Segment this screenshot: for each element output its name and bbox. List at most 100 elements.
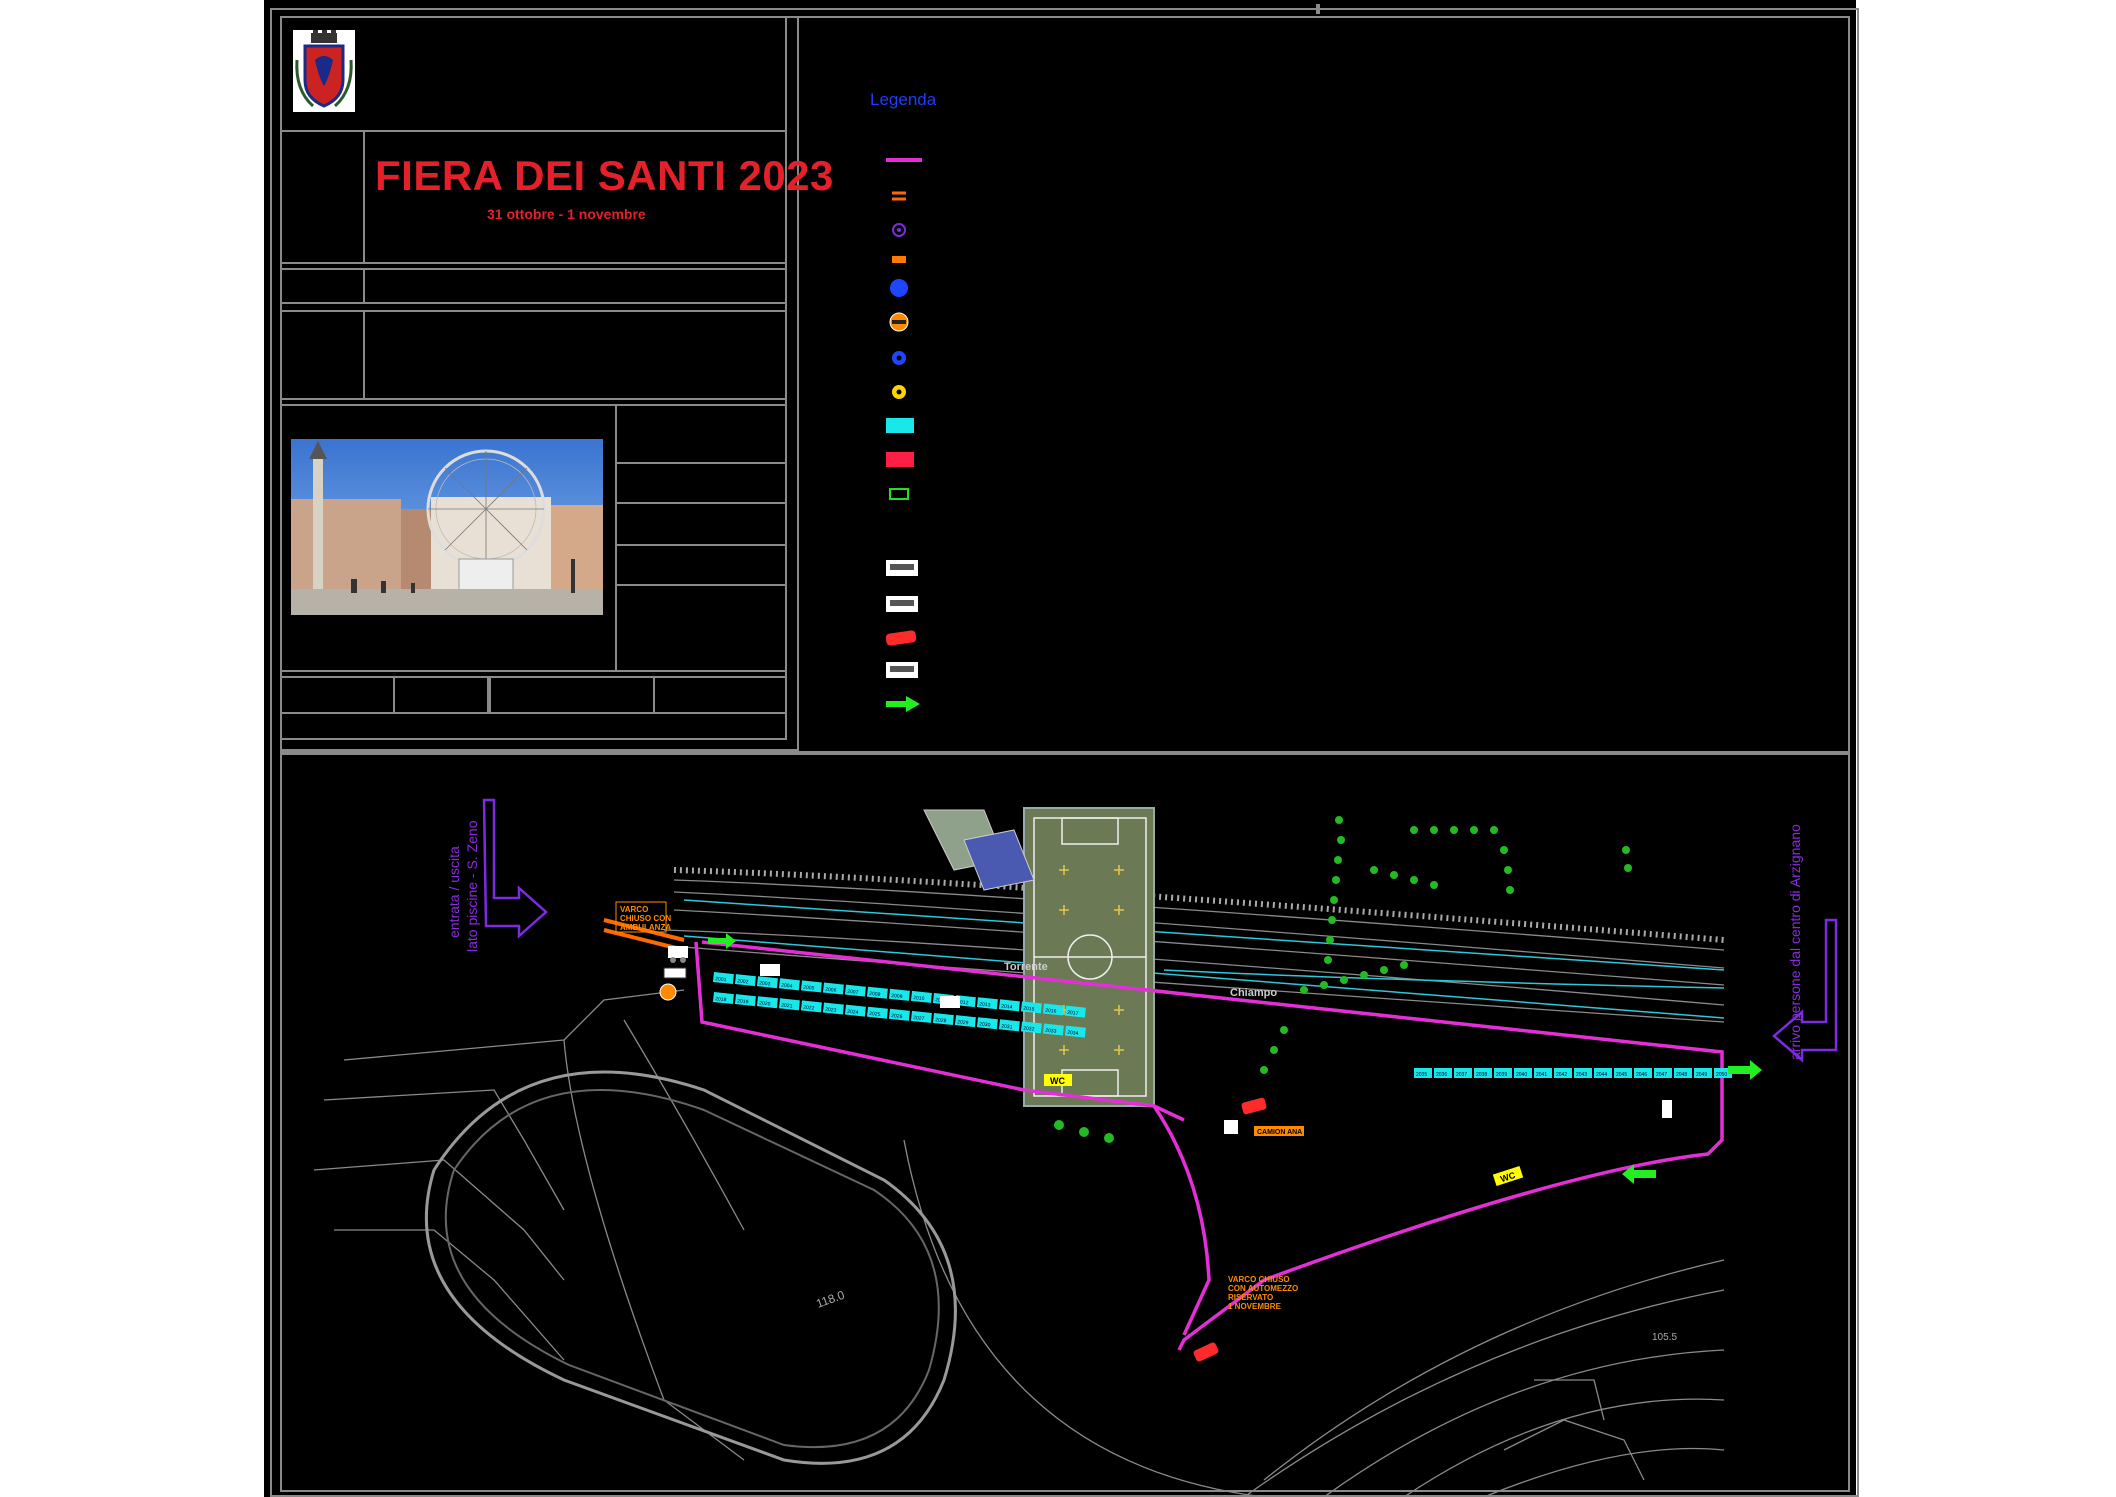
stall-2036: 2036 — [1434, 1068, 1452, 1078]
stall-label: 2031 — [1001, 1023, 1013, 1030]
stall-label: 2025 — [869, 1011, 881, 1018]
stall-2005: 2005 — [800, 980, 822, 993]
legend-symbol-punto-giallo — [892, 385, 906, 399]
stall-label: 2047 — [1656, 1072, 1667, 1078]
stall-2008: 2008 — [866, 986, 888, 999]
stall-2018: 2018 — [712, 992, 734, 1005]
stall-label: 2034 — [1067, 1030, 1079, 1037]
stall-label: 2028 — [935, 1017, 947, 1024]
legend-symbol-transenne — [892, 191, 906, 201]
side-cell-4 — [615, 544, 787, 586]
stall-2048: 2048 — [1674, 1068, 1692, 1078]
stall-2003: 2003 — [756, 976, 778, 989]
stall-2001: 2001 — [712, 971, 734, 985]
stall-label: 2016 — [1045, 1008, 1057, 1015]
bus-icon — [663, 967, 687, 979]
legend-symbol-freccia-verde — [886, 696, 920, 712]
stall-label: 2033 — [1045, 1028, 1057, 1035]
stall-2021: 2021 — [778, 998, 800, 1011]
svg-text:VARCO: VARCO — [620, 905, 648, 914]
road-label-chiampo: Chiampo — [1230, 987, 1277, 999]
legend-symbol-segnale-arancio — [892, 256, 906, 263]
stall-label: 2046 — [1636, 1072, 1647, 1078]
legend-symbol-percorso — [886, 158, 922, 162]
stall-2014: 2014 — [998, 999, 1020, 1012]
stall-label: 2004 — [781, 982, 793, 989]
stall-2020: 2020 — [756, 996, 778, 1009]
svg-text:CON AUTOMEZZO: CON AUTOMEZZO — [1228, 1284, 1298, 1293]
stall-2043: 2043 — [1574, 1068, 1592, 1078]
stall-label: 2001 — [715, 976, 727, 983]
legend-symbol-punto-blu-grande — [890, 279, 908, 297]
ferris-wheel-photo — [291, 439, 603, 615]
stall-label: 2022 — [803, 1005, 815, 1012]
svg-text:CAMION ANA: CAMION ANA — [1257, 1129, 1302, 1136]
stall-label: 2013 — [979, 1001, 991, 1008]
green-arrows — [708, 933, 1762, 1184]
road-label-torrente: Torrente — [1004, 961, 1048, 973]
stall-2016: 2016 — [1042, 1003, 1064, 1016]
stall-label: 2002 — [737, 978, 749, 985]
stall-2039: 2039 — [1494, 1068, 1512, 1078]
legend-symbol-wc-verde — [889, 488, 909, 500]
bottom-cell-3 — [489, 676, 655, 714]
stall-label: 2018 — [715, 996, 727, 1003]
stand-icon-1 — [760, 964, 780, 976]
photo-side-cells — [615, 404, 787, 672]
legend-symbol-banco-ciano — [886, 418, 914, 433]
stall-2041: 2041 — [1534, 1068, 1552, 1078]
side-cell-2 — [615, 462, 787, 504]
svg-text:AMBULANZA: AMBULANZA — [620, 923, 671, 932]
stall-2040: 2040 — [1514, 1068, 1532, 1078]
stall-label: 2040 — [1516, 1072, 1527, 1078]
track-elevation-label: 118.0 — [814, 1288, 846, 1311]
stall-label: 2005 — [803, 985, 815, 992]
festival-route[interactable] — [694, 940, 1724, 1351]
stall-2013: 2013 — [976, 997, 998, 1010]
info-row-2-right — [363, 310, 787, 400]
legend-symbol-punto-blu — [892, 351, 906, 365]
stall-2034: 2034 — [1064, 1025, 1086, 1038]
stall-2010: 2010 — [910, 990, 932, 1003]
stall-label: 2014 — [1001, 1003, 1013, 1010]
stall-label: 2021 — [781, 1002, 793, 1009]
closed-gate-2: VARCO CHIUSO CON AUTOMEZZO RISERVATO 1 N… — [1228, 1275, 1298, 1311]
stall-label: 2024 — [847, 1009, 859, 1016]
stall-label: 2009 — [891, 993, 903, 1000]
stall-2045: 2045 — [1614, 1068, 1632, 1078]
legend-symbol-camion-rosso — [885, 630, 917, 646]
wc-marker-2: WC — [1492, 1165, 1524, 1187]
stall-label: 2037 — [1456, 1072, 1467, 1078]
stall-2027: 2027 — [910, 1010, 932, 1023]
stall-label: 2026 — [891, 1013, 903, 1020]
stall-2031: 2031 — [998, 1019, 1020, 1032]
stand-icon-4 — [1662, 1100, 1672, 1118]
elevation-label: 105.5 — [1652, 1332, 1677, 1343]
stall-2017: 2017 — [1064, 1005, 1086, 1018]
stall-2009: 2009 — [888, 988, 910, 1001]
stall-2006: 2006 — [822, 982, 844, 995]
stall-2024: 2024 — [844, 1004, 866, 1017]
legend-symbol-punto-arancio — [889, 312, 909, 332]
stall-2047: 2047 — [1654, 1068, 1672, 1078]
stall-2023: 2023 — [822, 1002, 844, 1015]
stall-2049: 2049 — [1694, 1068, 1712, 1078]
stall-label: 2042 — [1556, 1072, 1567, 1078]
stall-2035: 2035 — [1414, 1068, 1432, 1078]
svg-text:WC: WC — [1050, 1076, 1065, 1086]
stall-2015: 2015 — [1020, 1001, 1042, 1014]
stall-label: 2007 — [847, 989, 859, 996]
stall-label: 2030 — [979, 1021, 991, 1028]
site-map: 2001 2002 2003 2004 2005 2006 2007 2008 2009 2010… — [313, 798, 1838, 1497]
tennis-courts — [923, 809, 1035, 891]
ambulance-icon — [668, 946, 688, 963]
svg-text:1 NOVEMBRE: 1 NOVEMBRE — [1228, 1302, 1282, 1311]
stall-label: 2039 — [1496, 1072, 1507, 1078]
svg-text:VARCO CHIUSO: VARCO CHIUSO — [1228, 1275, 1290, 1284]
stall-2037: 2037 — [1454, 1068, 1472, 1078]
event-photo — [291, 439, 603, 615]
stall-label: 2015 — [1023, 1006, 1035, 1013]
stall-2032: 2032 — [1020, 1021, 1042, 1034]
camion-label: CAMION ANA — [1254, 1126, 1304, 1136]
stall-2022: 2022 — [800, 1000, 822, 1013]
